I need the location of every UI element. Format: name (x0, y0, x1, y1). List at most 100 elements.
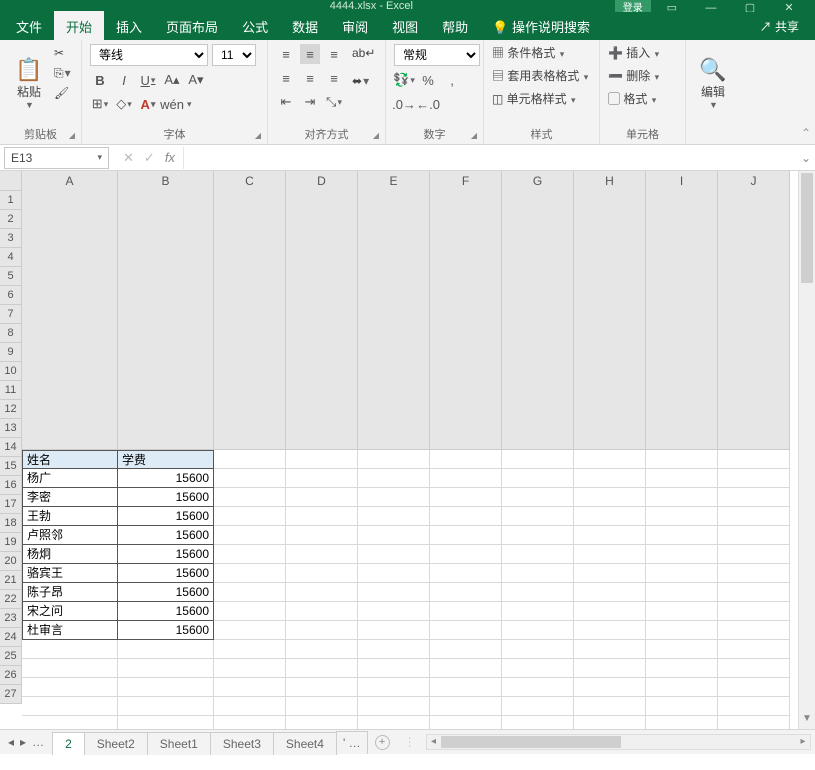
cell[interactable] (286, 697, 358, 716)
cell[interactable]: 骆宾王 (22, 564, 118, 583)
cell[interactable] (646, 469, 718, 488)
cell[interactable]: 15600 (118, 469, 214, 488)
accept-formula-icon[interactable]: ✓ (144, 150, 155, 166)
cell[interactable] (286, 488, 358, 507)
cell[interactable]: 15600 (118, 583, 214, 602)
cell[interactable] (118, 697, 214, 716)
cell[interactable] (286, 716, 358, 729)
dialog-launcher-icon[interactable]: ◢ (255, 131, 261, 140)
cell[interactable] (574, 469, 646, 488)
cell[interactable] (286, 583, 358, 602)
cell[interactable] (502, 678, 574, 697)
cell[interactable] (502, 697, 574, 716)
close-icon[interactable]: ✕ (771, 1, 807, 13)
cell[interactable] (214, 564, 286, 583)
cell[interactable] (286, 545, 358, 564)
cell[interactable] (574, 659, 646, 678)
format-as-table-button[interactable]: ▤ 套用表格格式 ▾ (492, 67, 588, 84)
cell[interactable] (358, 526, 430, 545)
cell[interactable] (574, 488, 646, 507)
cell[interactable] (214, 488, 286, 507)
cell[interactable] (214, 602, 286, 621)
row-header[interactable]: 14 (0, 438, 22, 457)
cell[interactable] (502, 583, 574, 602)
cell[interactable] (646, 583, 718, 602)
cell[interactable]: 李密 (22, 488, 118, 507)
cell[interactable] (718, 697, 790, 716)
cell[interactable] (646, 716, 718, 729)
row-header[interactable]: 24 (0, 628, 22, 647)
cell[interactable] (286, 507, 358, 526)
cell[interactable] (430, 545, 502, 564)
login-button[interactable]: 登录 (615, 0, 651, 12)
row-header[interactable]: 10 (0, 362, 22, 381)
row-header[interactable]: 19 (0, 533, 22, 552)
cell[interactable] (718, 507, 790, 526)
col-header-E[interactable]: E (358, 171, 430, 450)
cell[interactable] (646, 697, 718, 716)
cell[interactable] (502, 450, 574, 469)
minimize-icon[interactable]: — (693, 2, 729, 13)
tab-search[interactable]: 💡 操作说明搜索 (480, 11, 602, 42)
decrease-font-button[interactable]: A▾ (186, 70, 206, 90)
row-header[interactable]: 15 (0, 457, 22, 476)
cell[interactable] (358, 488, 430, 507)
tab-home[interactable]: 开始 (54, 11, 104, 42)
cell[interactable] (718, 659, 790, 678)
col-header-I[interactable]: I (646, 171, 718, 450)
cell[interactable]: 王勃 (22, 507, 118, 526)
cell[interactable] (214, 697, 286, 716)
row-header[interactable]: 4 (0, 248, 22, 267)
cell[interactable] (502, 564, 574, 583)
cell[interactable] (718, 450, 790, 469)
cell[interactable] (502, 602, 574, 621)
cell[interactable] (214, 659, 286, 678)
col-header-D[interactable]: D (286, 171, 358, 450)
cell[interactable] (502, 526, 574, 545)
tab-formulas[interactable]: 公式 (230, 11, 280, 42)
align-bottom-button[interactable]: ≡ (324, 44, 344, 64)
cell[interactable]: 15600 (118, 564, 214, 583)
cell[interactable] (358, 716, 430, 729)
ribbon-options-icon[interactable]: ▭ (654, 1, 690, 13)
row-header[interactable]: 12 (0, 400, 22, 419)
row-header[interactable]: 6 (0, 286, 22, 305)
cell[interactable] (646, 621, 718, 640)
cell[interactable] (646, 526, 718, 545)
cell[interactable] (574, 507, 646, 526)
cell[interactable]: 学费 (118, 450, 214, 469)
align-middle-button[interactable]: ≡ (300, 44, 320, 64)
tab-file[interactable]: 文件 (4, 11, 54, 42)
delete-cells-button[interactable]: ➖ 删除 ▾ (608, 67, 659, 84)
sheet-tab[interactable]: Sheet4 (273, 732, 337, 755)
cell[interactable] (286, 678, 358, 697)
cell[interactable] (118, 678, 214, 697)
row-header[interactable]: 13 (0, 419, 22, 438)
cell[interactable]: 15600 (118, 621, 214, 640)
cell[interactable] (502, 640, 574, 659)
cell[interactable] (574, 640, 646, 659)
align-left-button[interactable]: ≡ (276, 68, 296, 88)
cell[interactable] (574, 678, 646, 697)
scroll-down-icon[interactable]: ▼ (799, 713, 815, 729)
cell[interactable] (502, 716, 574, 729)
cell[interactable] (574, 545, 646, 564)
merge-center-button[interactable]: ⬌▾ (352, 72, 375, 90)
cell[interactable]: 卢照邻 (22, 526, 118, 545)
tab-insert[interactable]: 插入 (104, 11, 154, 42)
col-header-B[interactable]: B (118, 171, 214, 450)
cell[interactable] (502, 621, 574, 640)
cell[interactable] (430, 697, 502, 716)
cell[interactable] (646, 450, 718, 469)
increase-decimal-button[interactable]: .0→ (394, 94, 414, 114)
cell[interactable] (358, 564, 430, 583)
copy-icon[interactable]: ⎘▾ (54, 64, 71, 82)
cell[interactable] (358, 678, 430, 697)
dialog-launcher-icon[interactable]: ◢ (69, 131, 75, 140)
row-header[interactable]: 17 (0, 495, 22, 514)
find-select-button[interactable]: 🔍 编辑 ▼ (694, 44, 732, 122)
cell[interactable] (430, 716, 502, 729)
percent-format-button[interactable]: % (418, 70, 438, 90)
formula-bar[interactable] (183, 147, 797, 169)
decrease-decimal-button[interactable]: ←.0 (418, 94, 438, 114)
